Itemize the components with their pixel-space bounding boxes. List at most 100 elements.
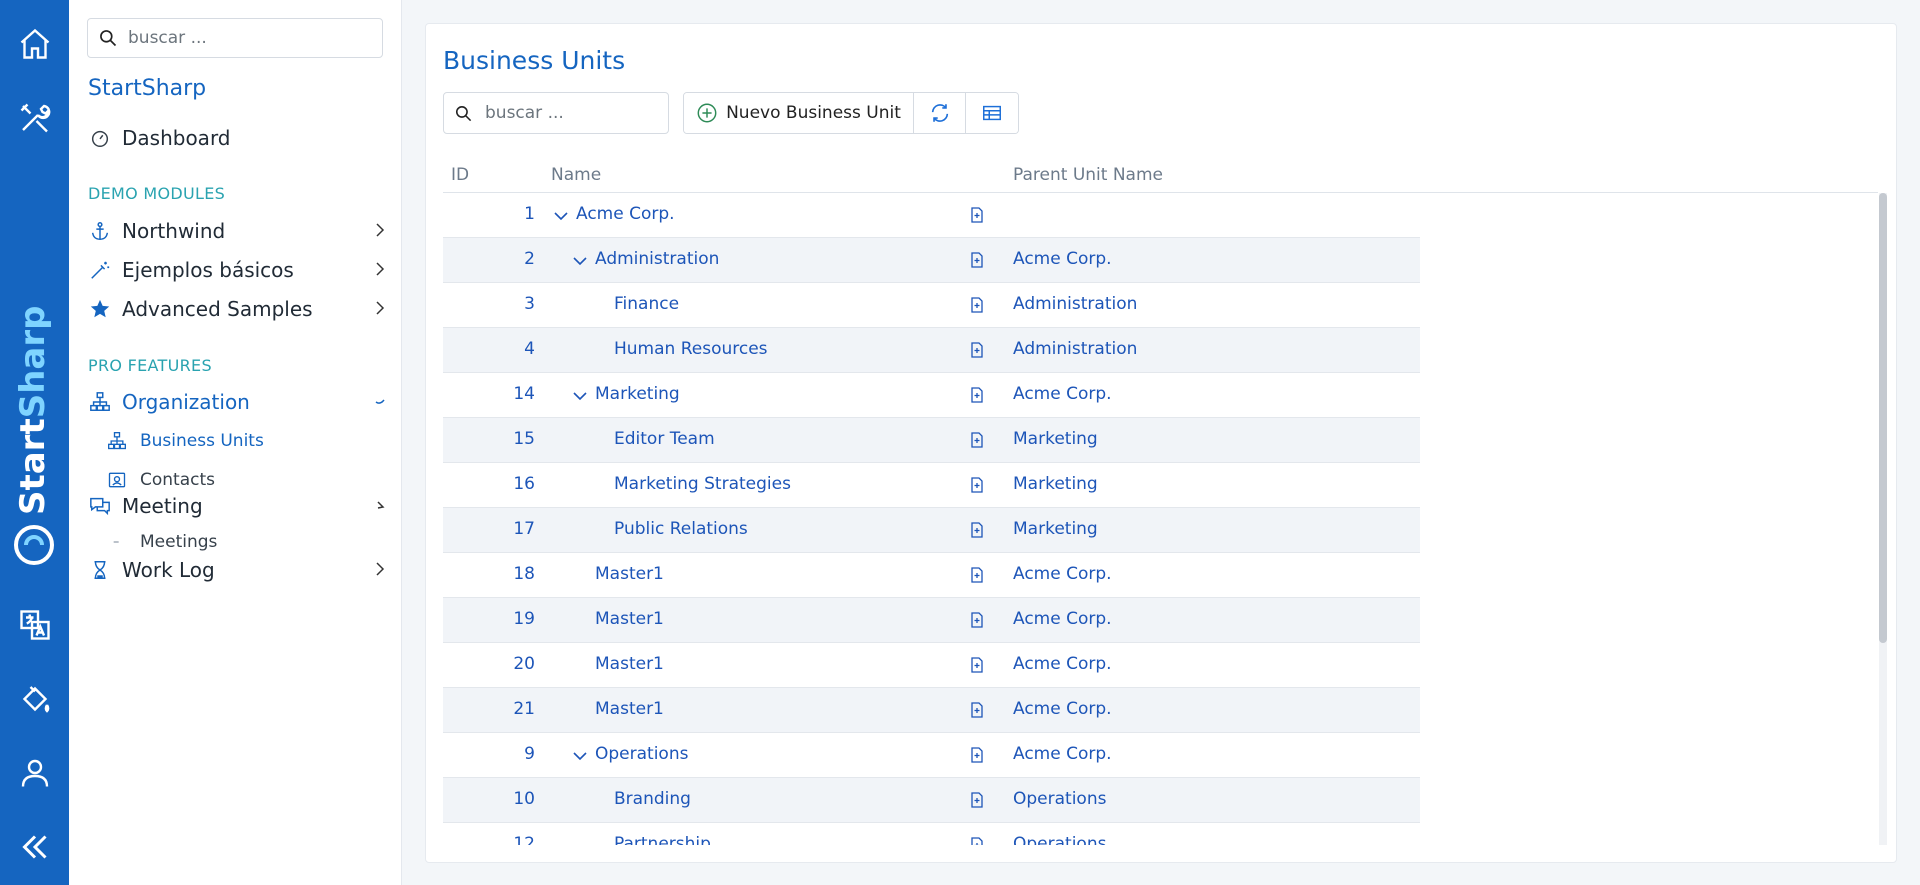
cell-parent-unit-name[interactable]: Acme Corp.: [1013, 744, 1112, 764]
table-row[interactable]: 10 Branding Operations: [443, 778, 1420, 823]
cell-parent-unit-name[interactable]: Operations: [1013, 789, 1106, 809]
cell-name-link[interactable]: Operations: [595, 744, 688, 764]
cell-name-link[interactable]: Partnership: [614, 834, 711, 845]
edit-row-icon[interactable]: [968, 296, 986, 314]
edit-row-icon[interactable]: [968, 746, 986, 764]
menu-item-northwind[interactable]: Northwind: [88, 214, 388, 248]
edit-row-icon[interactable]: [968, 251, 986, 269]
edit-row-icon[interactable]: [968, 791, 986, 809]
cell-id: 4: [524, 339, 535, 359]
edit-row-icon[interactable]: [968, 566, 986, 584]
table-row[interactable]: 1 Acme Corp.: [443, 193, 1420, 238]
edit-row-icon[interactable]: [968, 476, 986, 494]
table-row[interactable]: 20 Master1 Acme Corp.: [443, 643, 1420, 688]
chevron-right-icon: [376, 301, 385, 315]
edit-row-icon[interactable]: [968, 521, 986, 539]
cell-name-link[interactable]: Marketing Strategies: [614, 474, 791, 494]
edit-row-icon[interactable]: [968, 611, 986, 629]
new-business-unit-button[interactable]: Nuevo Business Unit: [684, 93, 914, 133]
table-row[interactable]: 2 Administration Acme Corp.: [443, 238, 1420, 283]
table-row[interactable]: 18 Master1 Acme Corp.: [443, 553, 1420, 598]
grid-scrollbar[interactable]: [1879, 193, 1887, 845]
translate-icon[interactable]: [0, 595, 69, 655]
edit-row-icon[interactable]: [968, 206, 986, 224]
cell-parent-unit-name[interactable]: Marketing: [1013, 519, 1098, 539]
home-icon[interactable]: [0, 14, 69, 74]
cell-name-link[interactable]: Acme Corp.: [576, 204, 675, 224]
cell-name-link[interactable]: Master1: [595, 699, 664, 719]
menu-item-label: Meeting: [122, 494, 203, 518]
cell-parent-unit-name[interactable]: Marketing: [1013, 429, 1098, 449]
table-row[interactable]: 17 Public Relations Marketing: [443, 508, 1420, 553]
cell-parent-unit-name[interactable]: Acme Corp.: [1013, 564, 1112, 584]
table-row[interactable]: 14 Marketing Acme Corp.: [443, 373, 1420, 418]
cell-name-link[interactable]: Marketing: [595, 384, 680, 404]
column-header-name[interactable]: Name: [551, 165, 601, 185]
expand-toggle-icon[interactable]: [571, 252, 589, 270]
cell-parent-unit-name[interactable]: Acme Corp.: [1013, 249, 1112, 269]
cell-name-link[interactable]: Finance: [614, 294, 679, 314]
expand-toggle-icon[interactable]: [571, 387, 589, 405]
grid-search[interactable]: [443, 92, 669, 134]
app-title[interactable]: StartSharp: [88, 76, 206, 101]
cell-name-link[interactable]: Master1: [595, 564, 664, 584]
cell-parent-unit-name[interactable]: Marketing: [1013, 474, 1098, 494]
cell-name-link[interactable]: Administration: [595, 249, 719, 269]
menu-item-label: Advanced Samples: [122, 297, 313, 321]
edit-row-icon[interactable]: [968, 431, 986, 449]
edit-row-icon[interactable]: [968, 701, 986, 719]
cell-name-link[interactable]: Editor Team: [614, 429, 715, 449]
cell-parent-unit-name[interactable]: Acme Corp.: [1013, 609, 1112, 629]
grid-search-input[interactable]: [485, 103, 655, 123]
user-icon[interactable]: [0, 743, 69, 803]
column-header-id[interactable]: ID: [451, 165, 469, 185]
table-row[interactable]: 12 Partnership Operations: [443, 823, 1420, 845]
cell-name-link[interactable]: Branding: [614, 789, 691, 809]
anchor-icon: [88, 219, 112, 243]
cell-parent-unit-name[interactable]: Administration: [1013, 339, 1137, 359]
table-row[interactable]: 19 Master1 Acme Corp.: [443, 598, 1420, 643]
scrollbar-thumb[interactable]: [1879, 193, 1887, 643]
add-circle-icon: [697, 103, 717, 123]
menu-item-ejemplos-basicos[interactable]: Ejemplos básicos: [88, 253, 388, 287]
menu-item-meeting[interactable]: Meeting: [88, 489, 388, 523]
column-picker-button[interactable]: [966, 93, 1018, 133]
expand-toggle-icon[interactable]: [571, 747, 589, 765]
edit-row-icon[interactable]: [968, 341, 986, 359]
magic-wand-icon: [88, 258, 112, 282]
table-row[interactable]: 21 Master1 Acme Corp.: [443, 688, 1420, 733]
dashboard-icon: [88, 126, 112, 150]
paint-bucket-icon[interactable]: [0, 669, 69, 729]
table-row[interactable]: 9 Operations Acme Corp.: [443, 733, 1420, 778]
column-header-parent-unit-name[interactable]: Parent Unit Name: [1013, 165, 1163, 185]
menu-item-work-log[interactable]: Work Log: [88, 553, 388, 587]
cell-parent-unit-name[interactable]: Acme Corp.: [1013, 699, 1112, 719]
menu-item-organization[interactable]: Organization: [88, 385, 388, 419]
cell-parent-unit-name[interactable]: Acme Corp.: [1013, 654, 1112, 674]
menu-item-meetings[interactable]: Meetings: [106, 528, 217, 556]
table-row[interactable]: 3 Finance Administration: [443, 283, 1420, 328]
cell-parent-unit-name[interactable]: Administration: [1013, 294, 1137, 314]
cell-name-link[interactable]: Public Relations: [614, 519, 748, 539]
table-row[interactable]: 15 Editor Team Marketing: [443, 418, 1420, 463]
edit-row-icon[interactable]: [968, 386, 986, 404]
cell-parent-unit-name[interactable]: Operations: [1013, 834, 1106, 845]
tools-icon[interactable]: [0, 88, 69, 148]
collapse-icon[interactable]: [0, 817, 69, 877]
cell-name-link[interactable]: Master1: [595, 654, 664, 674]
cell-parent-unit-name[interactable]: Acme Corp.: [1013, 384, 1112, 404]
cell-id: 10: [513, 789, 535, 809]
cell-name-link[interactable]: Human Resources: [614, 339, 768, 359]
edit-row-icon[interactable]: [968, 836, 986, 845]
cell-name-link[interactable]: Master1: [595, 609, 664, 629]
refresh-button[interactable]: [914, 93, 966, 133]
table-row[interactable]: 16 Marketing Strategies Marketing: [443, 463, 1420, 508]
menu-item-dashboard[interactable]: Dashboard: [88, 121, 388, 155]
menu-item-business-units[interactable]: Business Units: [106, 427, 264, 455]
expand-toggle-icon[interactable]: [552, 207, 570, 225]
edit-row-icon[interactable]: [968, 656, 986, 674]
menu-item-advanced-samples[interactable]: Advanced Samples: [88, 292, 388, 326]
sidebar-search[interactable]: [87, 18, 383, 58]
sidebar-search-input[interactable]: [128, 28, 368, 48]
table-row[interactable]: 4 Human Resources Administration: [443, 328, 1420, 373]
